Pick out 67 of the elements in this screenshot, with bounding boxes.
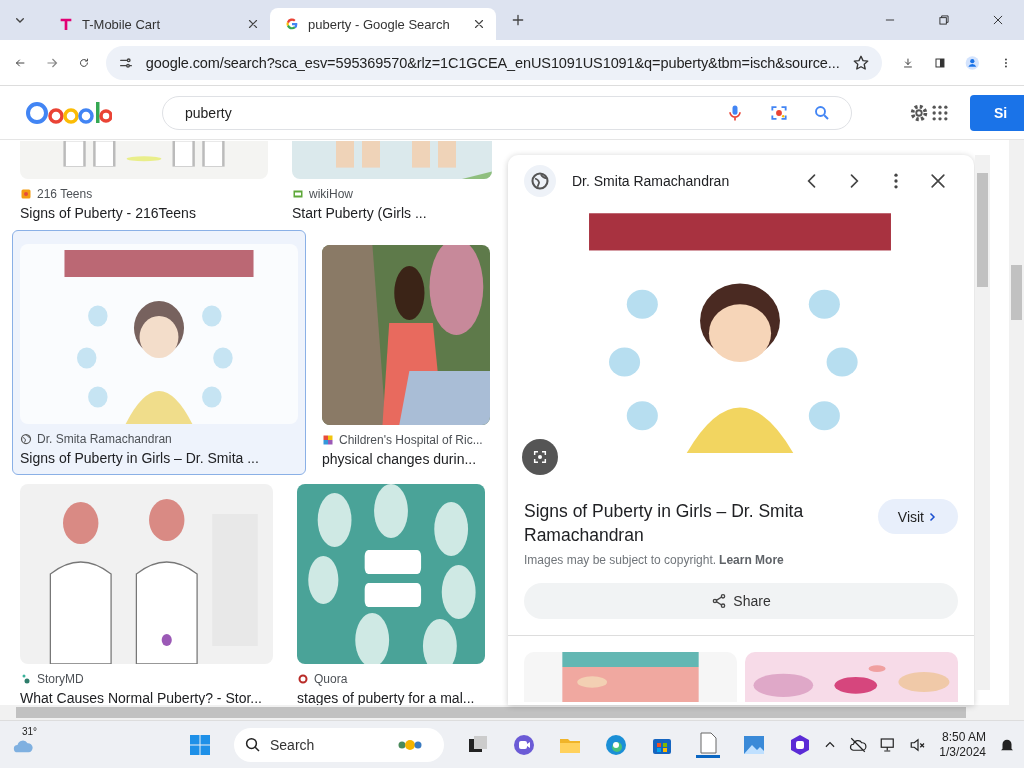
- result-title[interactable]: What Causes Normal Puberty? - Stor...: [20, 690, 273, 705]
- result-title[interactable]: physical changes durin...: [322, 451, 490, 467]
- scrollbar[interactable]: [1009, 140, 1024, 705]
- image-result-card[interactable]: Quora stages of puberty for a mal...: [289, 476, 493, 705]
- source-name: Quora: [314, 672, 348, 686]
- browser-tab[interactable]: puberty - Google Search: [270, 8, 496, 40]
- lens-button[interactable]: [522, 439, 558, 475]
- star-icon[interactable]: [851, 53, 870, 72]
- result-title[interactable]: Signs of Puberty in Girls – Dr. Smita ...: [20, 450, 298, 466]
- source-name: Dr. Smita Ramachandran: [572, 173, 730, 189]
- video-chat-icon[interactable]: [512, 732, 536, 757]
- clock-time[interactable]: 8:50 AM: [941, 729, 986, 745]
- new-tab-icon[interactable]: [510, 12, 526, 28]
- address-bar[interactable]: google.com/search?sca_esv=595369570&rlz=1C1GCEA_enUS1091US1091&q=puberty&tbm=isch&source...: [105, 45, 882, 80]
- learn-more-link[interactable]: Learn More: [719, 553, 784, 567]
- close-icon[interactable]: [472, 17, 486, 31]
- share-button[interactable]: Share: [524, 583, 958, 619]
- image-result-card[interactable]: 216 Teens Signs of Puberty - 216Teens: [12, 140, 276, 230]
- visit-button[interactable]: Visit: [877, 499, 958, 534]
- url-text: google.com/search?sca_esv=595369570&rlz=1C1GCEA_enUS1091US1091&q=puberty&tbm=isch&source...: [145, 54, 840, 71]
- site-logo-icon: [20, 188, 32, 200]
- source-name: StoryMD: [37, 672, 84, 686]
- close-icon[interactable]: [928, 171, 948, 191]
- search-input[interactable]: puberty: [183, 103, 701, 122]
- lens-icon: [532, 449, 548, 465]
- taskbar-search[interactable]: Search: [234, 727, 444, 762]
- g-logo-icon: [284, 16, 300, 32]
- tab-title: puberty - Google Search: [308, 16, 451, 32]
- clock-date[interactable]: 1/3/2024: [939, 744, 986, 760]
- globe-icon: [530, 171, 550, 191]
- temperature: 31°: [22, 725, 38, 737]
- site-logo-icon: [297, 673, 309, 685]
- source-name: Children's Hospital of Ric...: [339, 433, 483, 447]
- source-name: wikiHow: [309, 187, 353, 201]
- globe-button[interactable]: [524, 165, 556, 197]
- scrollbar[interactable]: [975, 155, 990, 690]
- edge-browser-icon[interactable]: [604, 732, 628, 757]
- site-logo-icon: [20, 673, 32, 685]
- document-icon[interactable]: [696, 731, 720, 758]
- image-result-card[interactable]: StoryMD What Causes Normal Puberty? - Stor...: [12, 476, 281, 705]
- image-title: Signs of Puberty in Girls – Dr. Smita Ramachandran: [524, 500, 805, 547]
- search-icon[interactable]: [813, 103, 831, 122]
- result-title[interactable]: stages of puberty for a mal...: [297, 690, 485, 705]
- t-logo-icon: [58, 16, 74, 32]
- close-icon[interactable]: [246, 17, 260, 31]
- image-result-card[interactable]: Dr. Smita Ramachandran Signs of Puberty in Girls – Dr. Smita ...: [12, 230, 306, 475]
- close-icon[interactable]: [991, 13, 1005, 27]
- image-result-card[interactable]: Children's Hospital of Ric... physical changes durin...: [314, 230, 498, 476]
- image-result-card[interactable]: wikiHow Start Puberty (Girls ...: [284, 140, 500, 230]
- restore-icon[interactable]: [937, 13, 951, 27]
- horizontal-scrollbar[interactable]: [0, 705, 1024, 720]
- tab-title: T-Mobile Cart: [82, 16, 162, 32]
- source-name: Dr. Smita Ramachandran: [37, 432, 172, 446]
- site-logo-icon: [322, 434, 334, 446]
- sign-in-button[interactable]: Si: [970, 94, 1024, 131]
- cloud-off-icon[interactable]: [849, 735, 868, 754]
- browser-tab[interactable]: T-Mobile Cart: [44, 8, 270, 40]
- search-icon: [244, 735, 262, 754]
- site-logo-icon: [292, 188, 304, 200]
- source-name: 216 Teens: [37, 187, 93, 201]
- share-icon: [711, 593, 728, 609]
- result-title[interactable]: Start Puberty (Girls ...: [292, 205, 492, 221]
- globe-icon: [20, 433, 32, 445]
- copyright-note: Images may be subject to copyright.: [524, 553, 717, 567]
- windows-start-icon[interactable]: [188, 732, 212, 757]
- app-icon[interactable]: [788, 732, 812, 757]
- result-title[interactable]: Signs of Puberty - 216Teens: [20, 205, 268, 221]
